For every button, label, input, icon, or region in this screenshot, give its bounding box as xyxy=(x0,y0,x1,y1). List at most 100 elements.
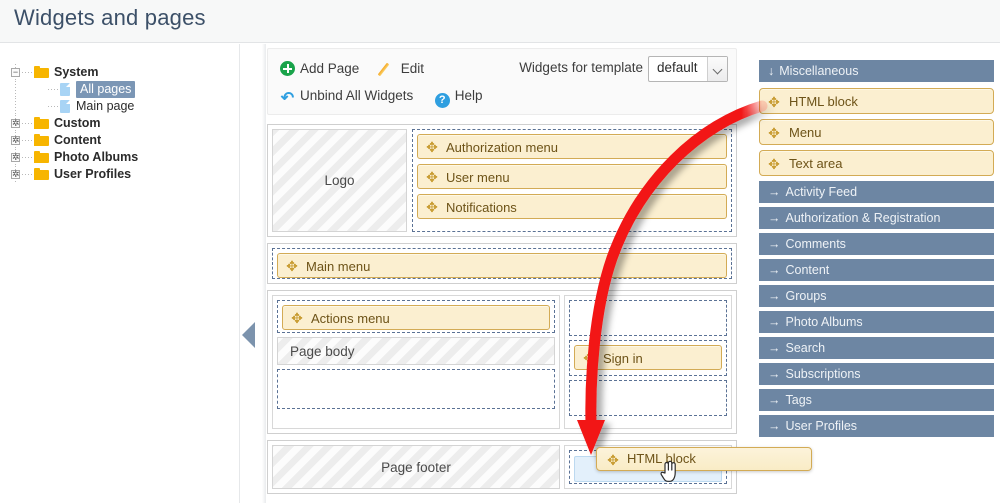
page-file-icon xyxy=(60,100,70,113)
widget-group-search[interactable]: →Search xyxy=(759,337,994,359)
move-cross-icon: ✥ xyxy=(285,259,299,273)
widget-group-label: Groups xyxy=(786,289,827,303)
widget-group-list: →Activity Feed →Authorization & Registrat… xyxy=(759,181,994,437)
widget-group-miscellaneous[interactable]: ↓Miscellaneous xyxy=(759,60,994,82)
widget-label: Sign in xyxy=(603,351,643,366)
widgets-library-panel: ↓Miscellaneous ✥HTML block ✥ Menu ✥Text are… xyxy=(759,60,994,441)
placed-widget[interactable]: ✥ Sign in xyxy=(574,345,722,370)
page-header: Widgets and pages xyxy=(0,0,1000,43)
dropzone-sidebar-middle[interactable]: ✥ Sign in xyxy=(569,340,727,376)
tree-item-photo-albums[interactable]: ✲ Photo Albums xyxy=(10,149,235,166)
move-cross-icon: ✥ xyxy=(767,126,781,140)
placed-widget[interactable]: ✥Main menu xyxy=(277,253,727,278)
widget-group-label: Search xyxy=(786,341,826,355)
mouse-cursor-hand-icon xyxy=(659,459,681,485)
move-cross-icon: ✥ xyxy=(425,200,439,214)
tree-expand-icon[interactable]: ✲ xyxy=(11,119,20,128)
move-cross-icon: ✥ xyxy=(606,453,620,467)
tree-connector xyxy=(48,106,58,107)
widget-group-user-profiles[interactable]: →User Profiles xyxy=(759,415,994,437)
widget-group-activity-feed[interactable]: →Activity Feed xyxy=(759,181,994,203)
widget-label: Menu xyxy=(789,125,822,140)
dragged-widget-ghost: ✥HTML block xyxy=(596,447,812,471)
tree-item-custom[interactable]: ✲ Custom xyxy=(10,115,235,132)
chevron-down-icon[interactable] xyxy=(707,57,727,81)
tree-collapse-icon[interactable]: − xyxy=(11,68,20,77)
widget-group-groups[interactable]: →Groups xyxy=(759,285,994,307)
body-right-column: ✥ Sign in xyxy=(564,295,732,429)
group-arrow-icon: → xyxy=(768,393,781,407)
tree-connector xyxy=(22,140,32,141)
widget-label: HTML block xyxy=(789,94,858,109)
tree-item-label: All pages xyxy=(76,81,135,98)
tree-connector xyxy=(22,174,32,175)
tree-item-main-page[interactable]: Main page xyxy=(10,98,235,115)
tree-expand-icon[interactable]: ✲ xyxy=(11,170,20,179)
layout-row-mainmenu: ✥Main menu xyxy=(267,243,737,284)
unbind-label: Unbind All Widgets xyxy=(300,88,413,103)
library-widget-menu[interactable]: ✥ Menu xyxy=(759,119,994,145)
widget-group-label: Miscellaneous xyxy=(779,64,858,78)
tree-guide-line xyxy=(15,81,16,98)
tree-connector xyxy=(22,123,32,124)
group-arrow-icon: → xyxy=(768,367,781,381)
placed-widget[interactable]: ✥User menu xyxy=(417,164,727,189)
layout-editor: Add Page Edit ↶Unbind All Widgets ?Help … xyxy=(267,48,745,503)
placed-widget[interactable]: ✥Actions menu xyxy=(282,305,550,330)
tree-connector xyxy=(48,89,58,90)
widget-group-photo-albums[interactable]: →Photo Albums xyxy=(759,311,994,333)
pages-tree-panel: − SystemAll pagesMain page ✲ Custom ✲ Content… xyxy=(0,44,240,503)
page-title: Widgets and pages xyxy=(14,5,206,31)
tree-expand-icon[interactable]: ✲ xyxy=(11,136,20,145)
help-button[interactable]: ?Help xyxy=(435,82,483,110)
panel-divider xyxy=(262,44,266,503)
unbind-all-widgets-button[interactable]: ↶ Unbind All Widgets xyxy=(280,82,413,110)
dropzone-body-top[interactable]: ✥Actions menu xyxy=(277,300,555,333)
edit-button[interactable]: Edit xyxy=(381,55,424,83)
collapse-panel-handle[interactable] xyxy=(242,322,255,348)
tree-item-label: Photo Albums xyxy=(54,149,138,166)
widget-group-authorization-registration[interactable]: →Authorization & Registration xyxy=(759,207,994,229)
tree-item-all-pages[interactable]: All pages xyxy=(10,81,235,98)
group-arrow-icon: → xyxy=(768,185,781,199)
widget-label: Actions menu xyxy=(311,311,390,326)
widget-label: Text area xyxy=(789,156,842,171)
widget-group-label: Tags xyxy=(786,393,812,407)
widget-group-label: Photo Albums xyxy=(786,315,863,329)
body-left-column: ✥Actions menu Page body xyxy=(272,295,560,429)
tree-guide-line xyxy=(15,98,16,115)
dropzone-sidebar-top[interactable] xyxy=(569,300,727,336)
placed-widget[interactable]: ✥Notifications xyxy=(417,194,727,219)
dropzone-sidebar-bottom[interactable] xyxy=(569,380,727,416)
tree-item-label: User Profiles xyxy=(54,166,131,183)
tree-item-label: Content xyxy=(54,132,101,149)
tree-item-user-profiles[interactable]: ✲ User Profiles xyxy=(10,166,235,183)
dropzone-header[interactable]: ✥Authorization menu ✥User menu ✥Notificati… xyxy=(412,129,732,232)
placed-widget[interactable]: ✥Authorization menu xyxy=(417,134,727,159)
tree-item-system[interactable]: − System xyxy=(10,64,235,81)
widget-group-content[interactable]: →Content xyxy=(759,259,994,281)
tree-item-label: Custom xyxy=(54,115,101,132)
dropzone-body-bottom[interactable] xyxy=(277,369,555,409)
add-page-button[interactable]: Add Page xyxy=(280,55,359,83)
undo-arrow-icon: ↶ xyxy=(280,91,295,106)
tree-connector xyxy=(22,72,32,73)
dropzone-mainmenu[interactable]: ✥Main menu xyxy=(272,248,732,279)
widget-group-subscriptions[interactable]: →Subscriptions xyxy=(759,363,994,385)
toolbar-row-secondary: ↶ Unbind All Widgets ?Help xyxy=(280,82,500,110)
widget-group-comments[interactable]: →Comments xyxy=(759,233,994,255)
template-select[interactable]: default xyxy=(648,56,728,82)
tree-item-content[interactable]: ✲ Content xyxy=(10,132,235,149)
template-select-label: Widgets for template xyxy=(519,60,643,75)
edit-label: Edit xyxy=(401,61,424,76)
library-widget-html-block[interactable]: ✥HTML block xyxy=(759,88,994,114)
library-widget-text-area[interactable]: ✥Text area xyxy=(759,150,994,176)
move-cross-icon: ✥ xyxy=(582,351,596,365)
pages-tree: − SystemAll pagesMain page ✲ Custom ✲ Content… xyxy=(10,64,235,183)
editor-toolbar: Add Page Edit ↶Unbind All Widgets ?Help … xyxy=(267,48,737,115)
tree-expand-icon[interactable]: ✲ xyxy=(11,153,20,162)
layout-row-body: ✥Actions menu Page body ✥ Sign in xyxy=(267,290,737,434)
widget-group-tags[interactable]: → Tags xyxy=(759,389,994,411)
tree-item-label: System xyxy=(54,64,98,81)
logo-placeholder: Logo xyxy=(272,129,407,232)
